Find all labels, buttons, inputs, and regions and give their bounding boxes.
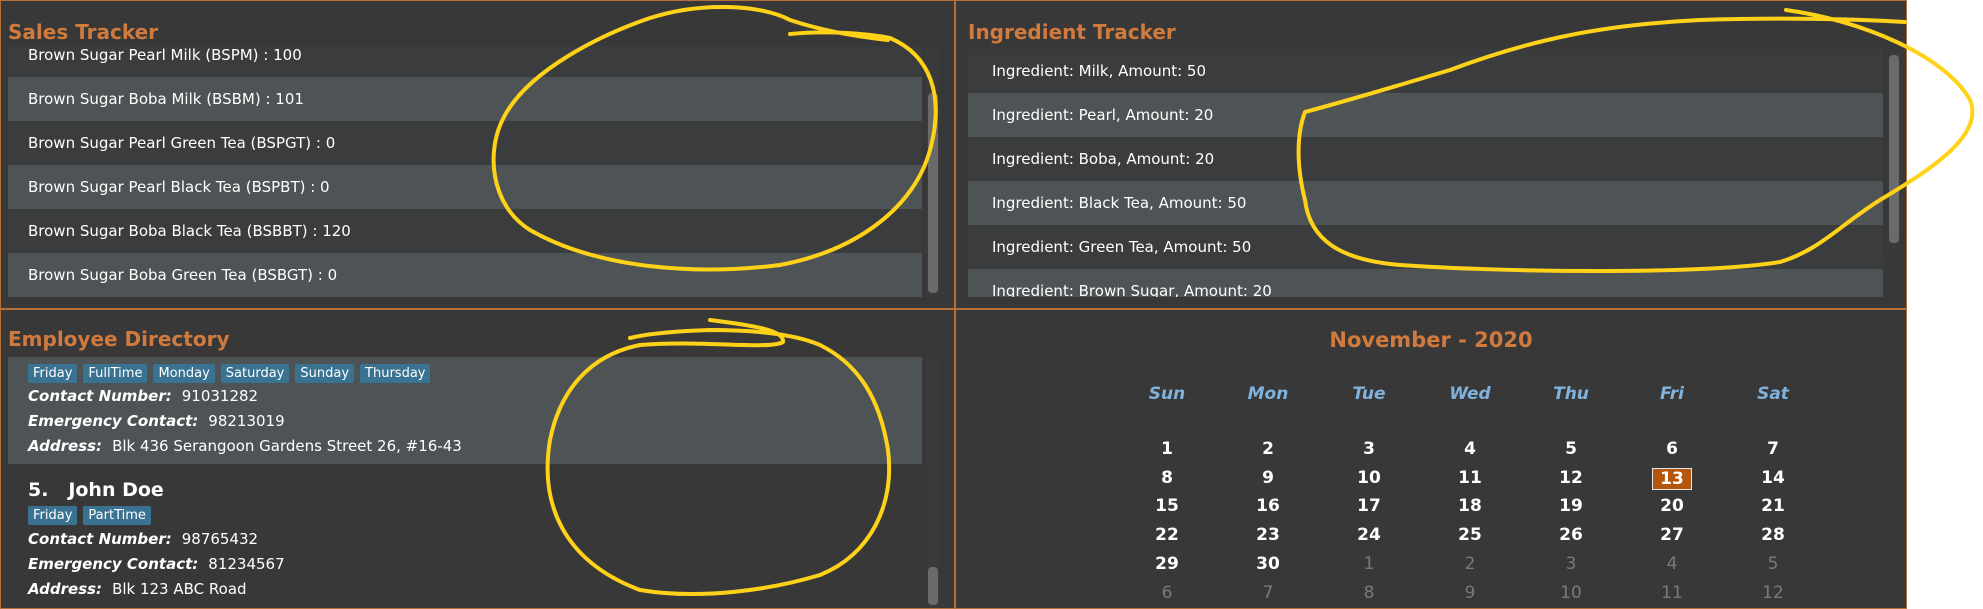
- ingredient-item[interactable]: Ingredient: Green Tea, Amount: 50: [968, 225, 1883, 269]
- app-window: Sales Tracker Brown Sugar Pearl Milk (BS…: [0, 0, 1907, 609]
- weekday-thu: Thu: [1553, 384, 1589, 404]
- calendar-day[interactable]: 22: [1147, 525, 1187, 545]
- calendar-day[interactable]: 15: [1147, 496, 1187, 516]
- employee-tag: Thursday: [360, 364, 431, 383]
- calendar-day[interactable]: 5: [1551, 439, 1591, 459]
- calendar-day[interactable]: 25: [1450, 525, 1490, 545]
- calendar-day[interactable]: 18: [1450, 496, 1490, 516]
- weekday-sat: Sat: [1757, 384, 1789, 404]
- employee-tag: Monday: [153, 364, 215, 383]
- calendar-day[interactable]: 2: [1450, 554, 1490, 574]
- weekday-tue: Tue: [1352, 384, 1386, 404]
- employee-emergency-contact: Emergency Contact: 81234567: [28, 555, 285, 573]
- sales-tracker-title: Sales Tracker: [8, 20, 159, 44]
- calendar-day[interactable]: 10: [1349, 468, 1389, 488]
- calendar-day[interactable]: 9: [1450, 583, 1490, 603]
- calendar-day[interactable]: 23: [1248, 525, 1288, 545]
- employee-address: Address: Blk 436 Serangoon Gardens Street…: [28, 437, 462, 455]
- ingredient-item[interactable]: Ingredient: Brown Sugar, Amount: 20: [968, 269, 1883, 297]
- employee-scrollbar[interactable]: [926, 357, 940, 608]
- calendar-day[interactable]: 8: [1147, 468, 1187, 488]
- weekday-mon: Mon: [1247, 384, 1289, 404]
- employee-directory-panel: Employee Directory Friday FullTime Monday S…: [0, 309, 955, 609]
- calendar-day[interactable]: 10: [1551, 583, 1591, 603]
- employee-tag: Friday: [28, 364, 78, 383]
- calendar-day[interactable]: 7: [1753, 439, 1793, 459]
- calendar-month-title: November - 2020: [1329, 328, 1533, 352]
- employee-scroll-thumb[interactable]: [928, 567, 938, 605]
- sales-list[interactable]: Brown Sugar Pearl Milk (BSPM) : 100 Brow…: [8, 46, 922, 298]
- calendar-day[interactable]: 19: [1551, 496, 1591, 516]
- calendar-day[interactable]: 11: [1652, 583, 1692, 603]
- calendar-day[interactable]: 13: [1652, 468, 1692, 490]
- employee-tag: Sunday: [295, 364, 355, 383]
- employee-address: Address: Blk 123 ABC Road: [28, 580, 247, 598]
- calendar-panel: November - 2020 Sun Mon Tue Wed Thu Fri …: [955, 309, 1907, 609]
- employee-tag: PartTime: [83, 506, 151, 525]
- calendar-day[interactable]: 14: [1753, 468, 1793, 488]
- ingredient-item[interactable]: Ingredient: Boba, Amount: 20: [968, 137, 1883, 181]
- sales-item[interactable]: Brown Sugar Boba Green Tea (BSBGT) : 0: [8, 253, 922, 297]
- sales-item[interactable]: Brown Sugar Boba Milk (BSBM) : 101: [8, 77, 922, 121]
- calendar-day[interactable]: 3: [1349, 439, 1389, 459]
- ingredient-item[interactable]: Ingredient: Pearl, Amount: 20: [968, 93, 1883, 137]
- calendar-day[interactable]: 5: [1753, 554, 1793, 574]
- ingredient-list[interactable]: Ingredient: Milk, Amount: 50 Ingredient:…: [968, 49, 1883, 297]
- calendar-day[interactable]: 20: [1652, 496, 1692, 516]
- employee-tags: Friday PartTime: [28, 504, 157, 525]
- employee-card[interactable]: Friday FullTime Monday Saturday Sunday Thursd…: [8, 357, 922, 464]
- calendar-day[interactable]: 16: [1248, 496, 1288, 516]
- sales-scroll-thumb[interactable]: [928, 93, 938, 293]
- calendar-day[interactable]: 2: [1248, 439, 1288, 459]
- ingredient-tracker-title: Ingredient Tracker: [968, 20, 1176, 44]
- calendar-day[interactable]: 6: [1652, 439, 1692, 459]
- calendar-day[interactable]: 7: [1248, 583, 1288, 603]
- calendar-day[interactable]: 28: [1753, 525, 1793, 545]
- ingredient-scrollbar[interactable]: [1887, 49, 1901, 249]
- weekday-fri: Fri: [1660, 384, 1684, 404]
- calendar-day[interactable]: 1: [1147, 439, 1187, 459]
- employee-card[interactable]: 5. John Doe Friday PartTime Contact Numbe…: [8, 464, 922, 608]
- sales-item[interactable]: Brown Sugar Pearl Milk (BSPM) : 100: [8, 46, 922, 77]
- calendar-day[interactable]: 6: [1147, 583, 1187, 603]
- calendar-day[interactable]: 12: [1753, 583, 1793, 603]
- ingredient-scroll-thumb[interactable]: [1889, 55, 1899, 243]
- calendar-day[interactable]: 4: [1652, 554, 1692, 574]
- calendar-day[interactable]: 1: [1349, 554, 1389, 574]
- ingredient-item[interactable]: Ingredient: Black Tea, Amount: 50: [968, 181, 1883, 225]
- ingredient-tracker-panel: Ingredient Tracker Ingredient: Milk, Amo…: [955, 0, 1907, 309]
- employee-tag: Friday: [28, 506, 78, 525]
- sales-scrollbar[interactable]: [926, 46, 940, 298]
- calendar-day[interactable]: 11: [1450, 468, 1490, 488]
- employee-emergency-contact: Emergency Contact: 98213019: [28, 412, 285, 430]
- calendar-day[interactable]: 8: [1349, 583, 1389, 603]
- weekday-wed: Wed: [1449, 384, 1491, 404]
- calendar-day[interactable]: 3: [1551, 554, 1591, 574]
- sales-item[interactable]: Brown Sugar Pearl Black Tea (BSPBT) : 0: [8, 165, 922, 209]
- employee-list[interactable]: Friday FullTime Monday Saturday Sunday Thursd…: [8, 357, 922, 608]
- calendar-day[interactable]: 12: [1551, 468, 1591, 488]
- employee-contact-number: Contact Number: 91031282: [28, 387, 259, 405]
- calendar-day[interactable]: 29: [1147, 554, 1187, 574]
- employee-contact-number: Contact Number: 98765432: [28, 530, 259, 548]
- sales-item[interactable]: Brown Sugar Pearl Green Tea (BSPGT) : 0: [8, 121, 922, 165]
- calendar-day[interactable]: 27: [1652, 525, 1692, 545]
- calendar-day[interactable]: 9: [1248, 468, 1288, 488]
- calendar-day[interactable]: 17: [1349, 496, 1389, 516]
- weekday-sun: Sun: [1148, 384, 1186, 404]
- ingredient-item[interactable]: Ingredient: Milk, Amount: 50: [968, 49, 1883, 93]
- employee-name: 5. John Doe: [28, 479, 164, 501]
- employee-tags: Friday FullTime Monday Saturday Sunday Thursd…: [28, 362, 436, 383]
- calendar-day[interactable]: 30: [1248, 554, 1288, 574]
- calendar-day[interactable]: 24: [1349, 525, 1389, 545]
- employee-tag: Saturday: [220, 364, 290, 383]
- calendar-day[interactable]: 4: [1450, 439, 1490, 459]
- employee-tag: FullTime: [83, 364, 148, 383]
- sales-item[interactable]: Brown Sugar Boba Black Tea (BSBBT) : 120: [8, 209, 922, 253]
- calendar-day[interactable]: 21: [1753, 496, 1793, 516]
- sales-tracker-panel: Sales Tracker Brown Sugar Pearl Milk (BS…: [0, 0, 955, 309]
- employee-directory-title: Employee Directory: [8, 327, 230, 351]
- calendar-day[interactable]: 26: [1551, 525, 1591, 545]
